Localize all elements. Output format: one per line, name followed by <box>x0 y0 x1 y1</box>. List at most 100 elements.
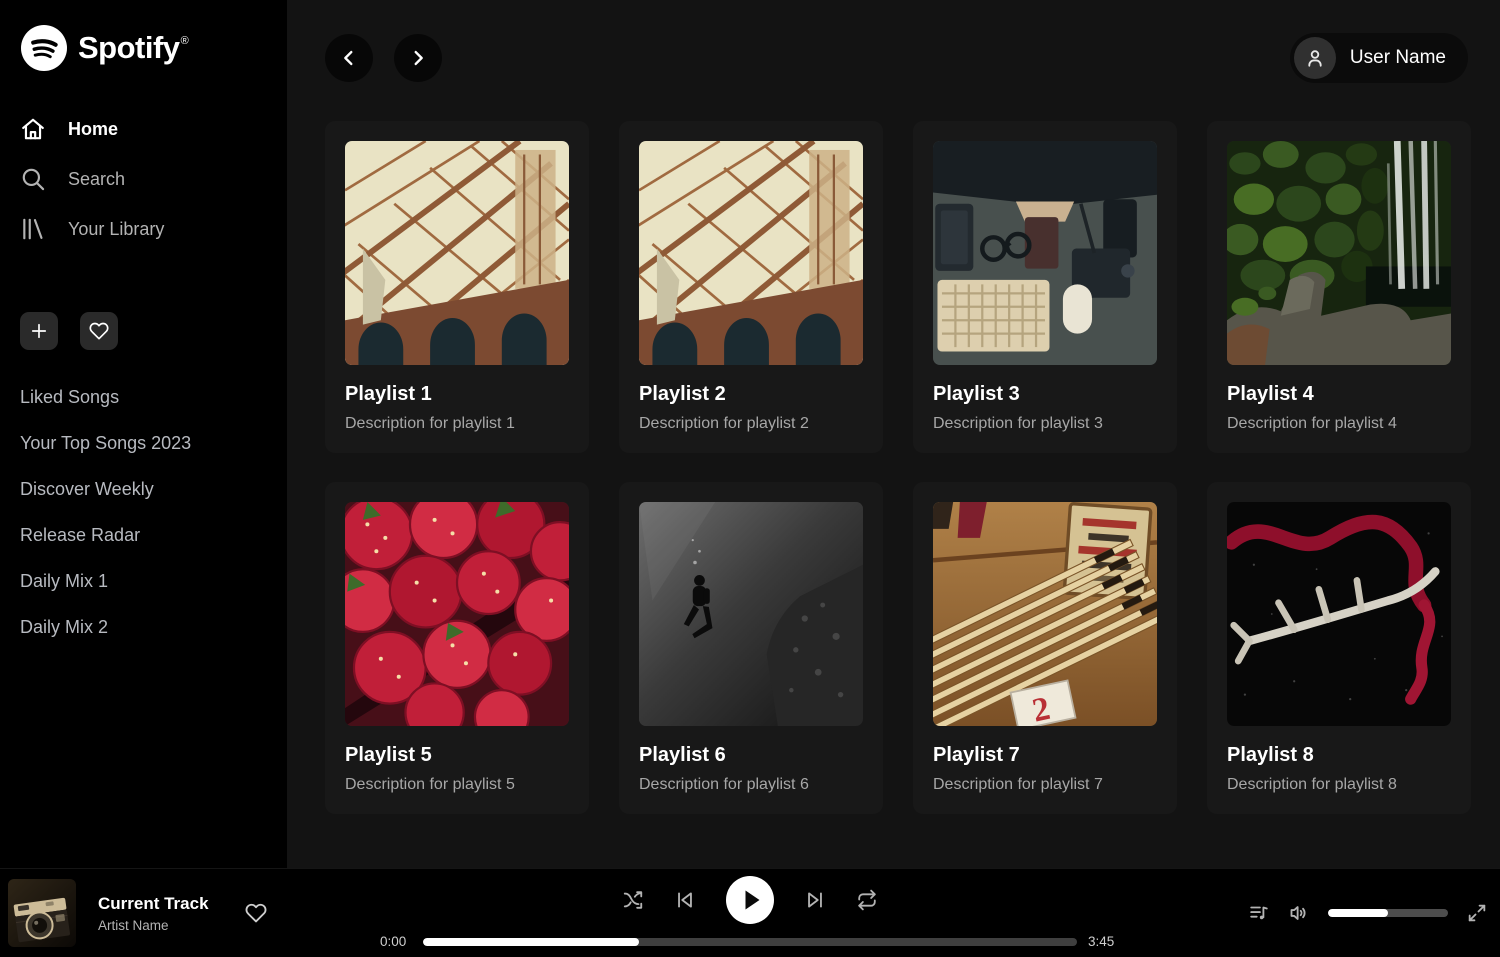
playlist-cover-image <box>639 502 863 726</box>
fullscreen-button[interactable] <box>1466 902 1488 924</box>
sidebar-playlist-link[interactable]: Daily Mix 2 <box>20 604 267 650</box>
playlist-description: Description for playlist 3 <box>933 415 1157 433</box>
track-artist: Artist Name <box>98 918 209 933</box>
sidebar-item-home[interactable]: Home <box>20 104 267 154</box>
play-button[interactable] <box>726 876 774 924</box>
sidebar-playlist-link[interactable]: Your Top Songs 2023 <box>20 420 267 466</box>
playlist-card[interactable]: Playlist 5 Description for playlist 5 <box>325 482 589 814</box>
playlist-description: Description for playlist 4 <box>1227 415 1451 433</box>
shuffle-icon <box>622 889 644 911</box>
create-playlist-button[interactable] <box>20 312 58 350</box>
elapsed-time: 0:00 <box>380 934 412 949</box>
sidebar-playlist-link[interactable]: Liked Songs <box>20 374 267 420</box>
volume-slider-fill <box>1328 909 1388 917</box>
volume-icon <box>1288 902 1310 924</box>
skip-forward-icon <box>804 889 826 911</box>
sidebar-item-your-library[interactable]: Your Library <box>20 204 267 254</box>
registered-mark: ® <box>181 35 189 47</box>
expand-icon <box>1466 902 1488 924</box>
playlist-title: Playlist 7 <box>933 744 1157 767</box>
next-track-button[interactable] <box>804 889 826 911</box>
playlist-cover-image <box>1227 141 1451 365</box>
sidebar-actions <box>20 312 267 350</box>
playlist-title: Playlist 8 <box>1227 744 1451 767</box>
user-icon <box>1304 47 1326 69</box>
heart-icon <box>89 321 109 341</box>
chevron-right-icon <box>407 47 429 69</box>
now-playing-section: Current Track Artist Name <box>8 869 267 957</box>
queue-icon <box>1248 902 1270 924</box>
volume-button[interactable] <box>1288 902 1310 924</box>
sidebar-playlist-list: Liked SongsYour Top Songs 2023Discover W… <box>20 374 267 650</box>
plus-icon <box>29 321 49 341</box>
playlist-cover-image <box>933 141 1157 365</box>
search-icon <box>20 166 46 192</box>
topbar: User Name <box>287 0 1500 116</box>
sidebar-item-label: Search <box>68 169 125 190</box>
app-window: Spotify® Home Search Your Library Liked So… <box>0 0 1500 957</box>
playlist-card[interactable]: 2 Playlist 7 Description for playlist 7 <box>913 482 1177 814</box>
playlist-card[interactable]: Playlist 3 Description for playlist 3 <box>913 121 1177 453</box>
chevron-left-icon <box>338 47 360 69</box>
playlist-cover-image <box>639 141 863 365</box>
user-menu-button[interactable]: User Name <box>1290 33 1468 83</box>
playlist-cover-image <box>345 141 569 365</box>
previous-track-button[interactable] <box>674 889 696 911</box>
playlist-description: Description for playlist 1 <box>345 415 569 433</box>
album-art <box>8 879 76 947</box>
playlist-title: Playlist 6 <box>639 744 863 767</box>
queue-button[interactable] <box>1248 902 1270 924</box>
sidebar-playlist-link[interactable]: Discover Weekly <box>20 466 267 512</box>
like-track-button[interactable] <box>245 902 267 924</box>
library-icon <box>20 216 46 242</box>
forward-button[interactable] <box>394 34 442 82</box>
playlist-card[interactable]: Playlist 8 Description for playlist 8 <box>1207 482 1471 814</box>
seek-bar-fill <box>423 938 639 946</box>
sidebar-playlist-link[interactable]: Release Radar <box>20 512 267 558</box>
playlist-description: Description for playlist 2 <box>639 415 863 433</box>
playlist-card[interactable]: Playlist 1 Description for playlist 1 <box>325 121 589 453</box>
skip-back-icon <box>674 889 696 911</box>
track-title: Current Track <box>98 894 209 914</box>
playlist-cover-image <box>1227 502 1451 726</box>
volume-slider[interactable] <box>1328 909 1448 917</box>
playlist-title: Playlist 2 <box>639 383 863 406</box>
playlist-description: Description for playlist 7 <box>933 776 1157 794</box>
spotify-logo-icon <box>20 24 68 72</box>
liked-songs-button[interactable] <box>80 312 118 350</box>
playlist-title: Playlist 4 <box>1227 383 1451 406</box>
repeat-button[interactable] <box>856 889 878 911</box>
main-content: User Name Playlist 1 Description for play… <box>287 0 1500 868</box>
playlist-cover-image <box>345 502 569 726</box>
sidebar-item-label: Home <box>68 119 118 140</box>
playlist-title: Playlist 3 <box>933 383 1157 406</box>
home-icon <box>20 116 46 142</box>
sidebar-item-search[interactable]: Search <box>20 154 267 204</box>
spotify-logo[interactable]: Spotify® <box>20 24 267 72</box>
repeat-icon <box>856 889 878 911</box>
sidebar: Spotify® Home Search Your Library Liked So… <box>0 0 287 868</box>
playlist-cover-image: 2 <box>933 502 1157 726</box>
heart-icon <box>245 902 267 924</box>
brand-name: Spotify <box>78 30 180 65</box>
playlist-grid: Playlist 1Description for playlist 1Play… <box>287 116 1500 844</box>
sidebar-playlist-link[interactable]: Daily Mix 1 <box>20 558 267 604</box>
playlist-description: Description for playlist 8 <box>1227 776 1451 794</box>
primary-nav: Home Search Your Library <box>20 104 267 254</box>
playlist-title: Playlist 5 <box>345 744 569 767</box>
player-extras-section <box>1248 869 1488 957</box>
seek-bar[interactable] <box>423 938 1077 946</box>
playlist-card[interactable]: Playlist 4 Description for playlist 4 <box>1207 121 1471 453</box>
playlist-description: Description for playlist 6 <box>639 776 863 794</box>
playlist-card[interactable]: Playlist 2 Description for playlist 2 <box>619 121 883 453</box>
player-bar: Current Track Artist Name <box>0 868 1500 957</box>
play-icon <box>726 876 774 924</box>
avatar <box>1294 37 1336 79</box>
playlist-card[interactable]: Playlist 6 Description for playlist 6 <box>619 482 883 814</box>
back-button[interactable] <box>325 34 373 82</box>
playlist-description: Description for playlist 5 <box>345 776 569 794</box>
sidebar-item-label: Your Library <box>68 219 164 240</box>
playlist-title: Playlist 1 <box>345 383 569 406</box>
shuffle-button[interactable] <box>622 889 644 911</box>
user-name-label: User Name <box>1350 47 1446 69</box>
